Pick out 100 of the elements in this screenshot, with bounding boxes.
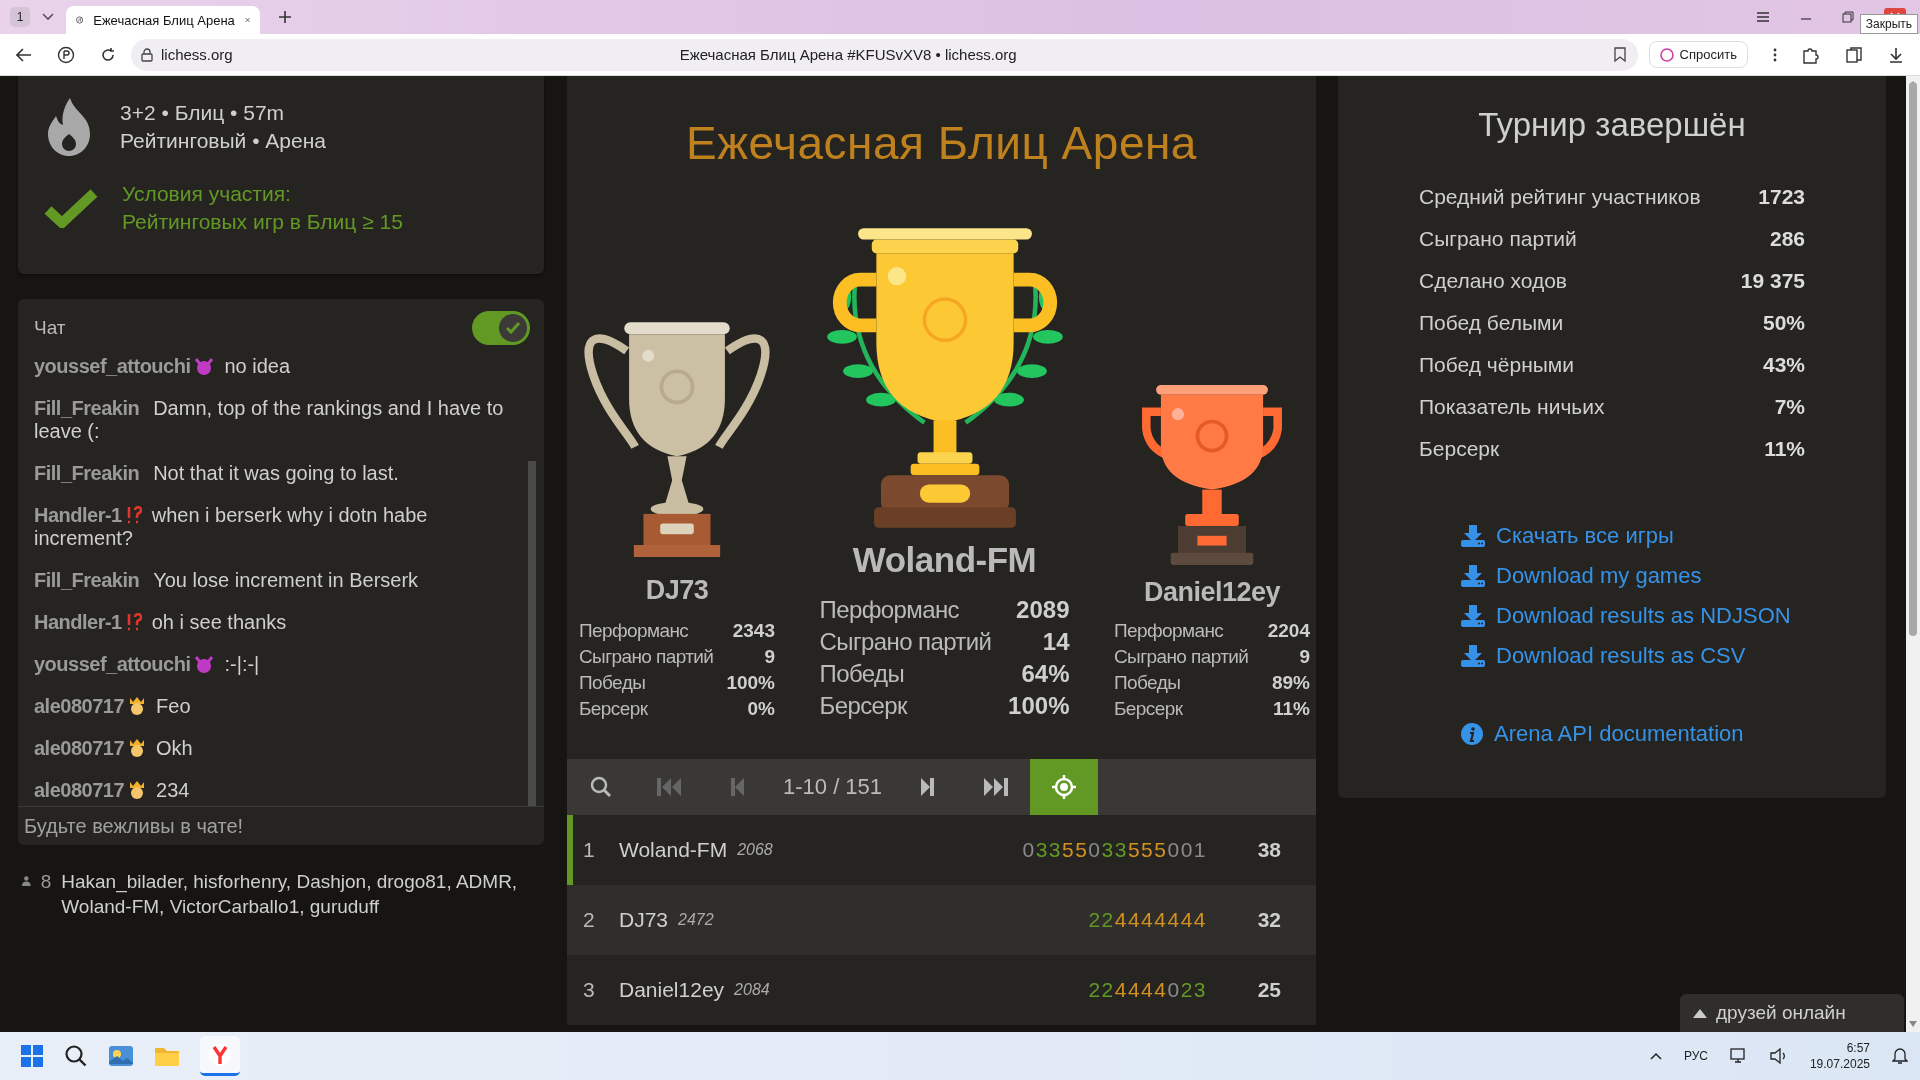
ask-button[interactable]: Спросить: [1648, 41, 1748, 68]
language-indicator[interactable]: РУС: [1683, 1049, 1708, 1063]
stat-value: 7%: [1773, 394, 1805, 419]
player-rating: 2084: [734, 981, 770, 999]
menu-icon[interactable]: [1756, 11, 1770, 23]
stat-label: Показатель ничьих: [1419, 394, 1606, 419]
chat-message: Handler-1 oh i see thanks: [34, 611, 288, 634]
windows-start-icon[interactable]: [20, 1044, 44, 1068]
chat-toggle[interactable]: [472, 311, 530, 345]
search-icon: [590, 776, 612, 798]
link[interactable]: Download results as NDJSON: [1460, 603, 1800, 629]
chevron-down-icon[interactable]: [42, 13, 54, 21]
chat-message: Fill_Freakin You lose increment in Berserk: [34, 569, 420, 592]
player-name[interactable]: Woland-FM: [619, 838, 728, 862]
player-name[interactable]: Woland-FM: [852, 540, 1037, 580]
stat-label: Сыграно партий: [819, 627, 993, 657]
clock-date[interactable]: 19.07.2025: [1809, 1056, 1870, 1072]
tournament-title: Ежечасная Блиц Арена: [686, 116, 1197, 170]
player-name[interactable]: DJ73: [645, 575, 709, 606]
back-icon[interactable]: [16, 47, 32, 62]
triangle-up-icon: [1692, 1007, 1708, 1019]
clock-time[interactable]: 6:57: [1846, 1040, 1870, 1056]
chat-message: Handler-1 when i berserk why i dotn habe increment?: [34, 504, 429, 550]
stat-value: 11%: [1763, 436, 1805, 461]
stat-value: 50%: [1761, 310, 1805, 335]
player-name[interactable]: DJ73: [619, 908, 669, 932]
player-name[interactable]: Daniel12ey: [1143, 577, 1281, 608]
stat-value: 89%: [1270, 671, 1310, 695]
conditions-title: Условия участия:: [122, 182, 292, 206]
stat-value: 64%: [1020, 659, 1070, 689]
more-icon[interactable]: [1773, 47, 1777, 62]
stat-value: 0%: [746, 697, 775, 721]
download-icon: [1460, 524, 1486, 548]
chevron-up-icon[interactable]: [1649, 1052, 1662, 1060]
standings-row[interactable]: 3 Daniel12ey 2084 224444023 25: [567, 955, 1316, 1025]
stat-label: Сыграно партий: [579, 645, 715, 669]
link[interactable]: Скачать все игры: [1460, 523, 1800, 549]
stat-value: 9: [763, 645, 775, 669]
summary-title: Турнир завершён: [1478, 106, 1746, 144]
address-field[interactable]: lichess.org Ежечасная Блиц Арена #KFUSvXV8 • lichess.org: [131, 38, 1638, 71]
search-icon[interactable]: [64, 1044, 88, 1068]
restore-icon[interactable]: [1842, 11, 1854, 23]
stat-value: 2204: [1267, 619, 1310, 643]
chat-message: Fill_Freakin Not that it was going to last.: [34, 462, 400, 485]
locate-button[interactable]: [1030, 759, 1099, 815]
standings-row[interactable]: 2 DJ73 2472 224444444 32: [567, 885, 1316, 955]
stat-label: Сделано ходов: [1419, 268, 1568, 293]
stat-value: 19 375: [1739, 268, 1805, 293]
download-icon[interactable]: [1888, 46, 1904, 63]
scroll-down-icon[interactable]: [1908, 1020, 1918, 1028]
stat-label: Победы: [579, 671, 647, 695]
interrobang-icon: [125, 612, 142, 632]
close-icon[interactable]: [244, 15, 250, 25]
bookmark-icon[interactable]: [1613, 47, 1626, 62]
volume-icon[interactable]: [1769, 1048, 1788, 1064]
new-tab-icon[interactable]: [278, 10, 292, 24]
notification-icon[interactable]: [1892, 1047, 1908, 1065]
devil-icon: [194, 358, 215, 376]
scrollbar[interactable]: [1909, 82, 1917, 636]
score-sheet: 03355033555001: [1022, 838, 1207, 862]
stat-label: Берсерк: [1114, 697, 1184, 721]
rank: 2: [582, 908, 596, 932]
link[interactable]: Download results as CSV: [1460, 643, 1800, 669]
skip-back-icon: [656, 777, 682, 797]
tab-count[interactable]: 1: [10, 7, 30, 27]
stat-label: Перформанс: [819, 595, 960, 625]
standings-row[interactable]: 1 Woland-FM 2068 03355033555001 38: [567, 815, 1316, 885]
stat-value: 11%: [1272, 697, 1310, 721]
skip-forward-icon: [983, 777, 1010, 797]
reload-icon[interactable]: [100, 46, 116, 63]
page-title: Ежечасная Блиц Арена #KFUSvXV8 • lichess.org: [678, 46, 1018, 63]
friends-online-button[interactable]: друзей онлайн: [1680, 994, 1904, 1032]
member-count: 8: [40, 870, 52, 894]
page-range: 1-10 / 151: [782, 773, 884, 801]
chat-message: Fill_Freakin Damn, top of the rankings and I have to leave (:: [34, 397, 504, 443]
browser-icon[interactable]: [208, 1042, 232, 1067]
tooltip: Закрыть: [1859, 14, 1918, 34]
browser-tab[interactable]: Ежечасная Блиц Арена: [66, 6, 260, 34]
stat-value: 2089: [1015, 595, 1070, 625]
stat-value: 2343: [731, 619, 775, 643]
stat-label: Перформанс: [1114, 619, 1225, 643]
chat-input[interactable]: Будьте вежливы в чате!: [18, 806, 544, 845]
player-rating: 2472: [678, 911, 714, 929]
points: 25: [1256, 978, 1281, 1002]
member-list: Hakan_bilader, hisforhenry, Dashjon, drogo81, ADMR, Woland-FM, VictorCarballo1, guruduff: [61, 869, 544, 919]
collections-icon[interactable]: [1845, 45, 1863, 64]
stat-label: Перформанс: [579, 619, 690, 643]
chat-message: ale080717 Feo: [34, 695, 192, 718]
link[interactable]: Arena API documentation: [1460, 721, 1800, 747]
player-name[interactable]: Daniel12ey: [619, 978, 725, 1002]
chat-message: youssef_attouchi :-|:-|: [34, 653, 261, 676]
puzzle-icon[interactable]: [1802, 45, 1820, 64]
scrollbar[interactable]: [528, 461, 536, 806]
info-icon: [1460, 722, 1484, 746]
crosshair-icon: [1051, 774, 1078, 800]
points: 38: [1256, 838, 1281, 862]
stat-label: Берсерк: [579, 697, 649, 721]
stat-value: 100%: [726, 671, 775, 695]
download-icon: [1460, 644, 1486, 668]
link[interactable]: Download my games: [1460, 563, 1800, 589]
